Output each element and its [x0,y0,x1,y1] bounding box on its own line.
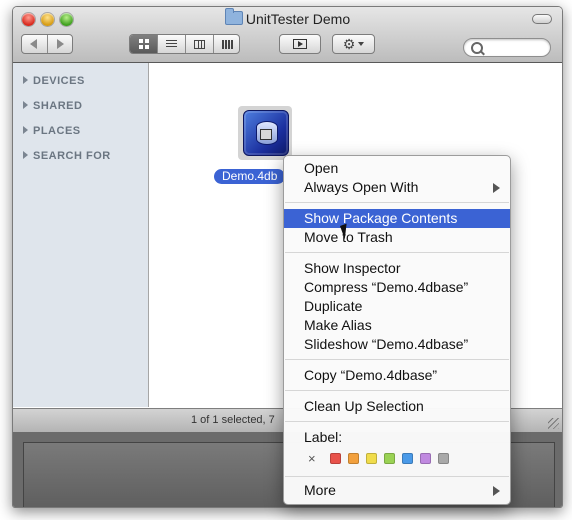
label-swatch-yellow[interactable] [366,453,377,464]
search-field[interactable] [463,38,551,57]
list-view-icon [166,39,177,49]
menu-item-show-package-contents[interactable]: Show Package Contents [284,209,510,228]
action-menu-button[interactable]: ⚙ [332,34,375,54]
label-swatch-blue[interactable] [402,453,413,464]
menu-item-duplicate[interactable]: Duplicate [284,297,510,316]
column-view-icon [194,39,205,49]
folder-icon [224,8,243,25]
back-arrow-icon[interactable] [30,39,37,49]
4d-database-icon [243,110,289,156]
menu-item-compress[interactable]: Compress “Demo.4dbase” [284,278,510,297]
sidebar-item-search-for[interactable]: SEARCH FOR [23,150,111,162]
menu-separator [285,390,509,391]
search-icon [471,42,483,54]
label-swatch-green[interactable] [384,453,395,464]
menu-separator [285,476,509,477]
context-menu: Open Always Open With Show Package Conte… [283,155,511,505]
menu-item-move-to-trash[interactable]: Move to Trash [284,228,510,247]
menu-item-slideshow[interactable]: Slideshow “Demo.4dbase” [284,335,510,354]
menu-label-title: Label: [304,429,343,445]
submenu-arrow-icon [493,486,500,496]
window-title-area: UnitTester Demo [13,8,562,27]
menu-item-more[interactable]: More [284,481,510,500]
menu-item-make-alias[interactable]: Make Alias [284,316,510,335]
back-forward-group [21,34,73,54]
icon-view-icon [138,39,149,49]
menu-item-copy[interactable]: Copy “Demo.4dbase” [284,366,510,385]
title-bar: UnitTester Demo ⚙ [13,7,562,63]
disclosure-triangle-icon[interactable] [23,76,28,84]
disclosure-triangle-icon[interactable] [23,126,28,134]
menu-separator [285,202,509,203]
quicklook-icon [293,39,307,49]
view-mode-control [129,34,240,54]
status-text: 1 of 1 selected, 7 [191,414,275,426]
file-item-demo-4dbase[interactable] [238,106,292,160]
chevron-down-icon [358,42,365,46]
sidebar: DEVICES SHARED PLACES SEARCH FOR [13,63,149,407]
menu-item-always-open-with[interactable]: Always Open With [284,178,510,197]
menu-separator [285,359,509,360]
sidebar-item-places[interactable]: PLACES [23,125,81,137]
sidebar-item-devices[interactable]: DEVICES [23,75,85,87]
file-name-label[interactable]: Demo.4db [214,169,286,184]
quicklook-button[interactable] [279,34,321,54]
label-swatch-purple[interactable] [420,453,431,464]
label-swatch-red[interactable] [330,453,341,464]
gear-icon: ⚙ [342,36,356,52]
coverflow-view-icon [221,39,234,49]
coverflow-view-button[interactable] [214,35,239,53]
forward-arrow-icon[interactable] [57,39,64,49]
disclosure-triangle-icon[interactable] [23,101,28,109]
menu-item-open[interactable]: Open [284,159,510,178]
menu-separator [285,421,509,422]
toolbar-toggle-button[interactable] [532,14,552,24]
column-view-button[interactable] [186,35,213,53]
label-swatch-orange[interactable] [348,453,359,464]
resize-grip-icon[interactable] [548,418,559,429]
list-view-button[interactable] [158,35,185,53]
menu-item-clean-up-selection[interactable]: Clean Up Selection [284,397,510,416]
lock-icon [260,129,272,140]
label-swatch-gray[interactable] [438,453,449,464]
label-none-icon[interactable]: × [308,452,316,466]
sidebar-item-shared[interactable]: SHARED [23,100,82,112]
disclosure-triangle-icon[interactable] [23,151,28,159]
menu-item-show-inspector[interactable]: Show Inspector [284,259,510,278]
window-title: UnitTester Demo [245,11,351,27]
icon-view-button[interactable] [130,35,157,53]
menu-separator [285,252,509,253]
submenu-arrow-icon [493,183,500,193]
search-input[interactable] [484,40,548,56]
